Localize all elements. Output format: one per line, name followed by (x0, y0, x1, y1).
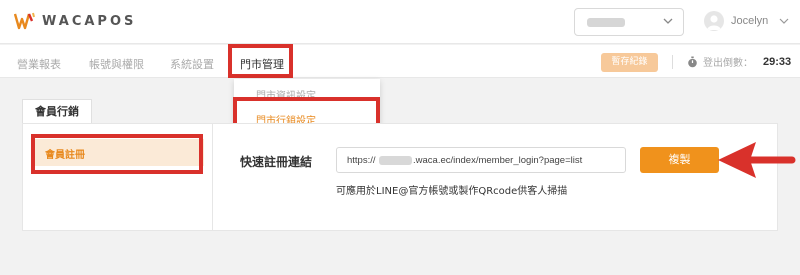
link-prefix: https:// (347, 155, 376, 166)
nav-item-accounts[interactable]: 帳號與權限 (89, 56, 144, 72)
registration-link-field[interactable]: https:// .waca.ec/index/member_login?pag… (336, 147, 626, 173)
annotation-arrow-icon (718, 142, 796, 178)
user-avatar-icon (707, 15, 721, 30)
store-name-redacted (587, 18, 625, 27)
link-subdomain-redacted (379, 156, 412, 165)
registration-link-label: 快速註冊連結 (240, 155, 313, 169)
logout-timer: 登出倒數： 29:33 (687, 54, 791, 69)
tab-member-marketing[interactable]: 會員行銷 (22, 99, 92, 124)
user-menu[interactable]: Jocelyn (704, 11, 790, 31)
annotation-highlight-store-management (228, 44, 293, 78)
wacapos-logo[interactable]: WACAPOS (14, 12, 136, 30)
annotation-highlight-member-registration (31, 134, 203, 174)
chevron-down-icon (779, 18, 789, 24)
nav-item-settings[interactable]: 系統設置 (170, 56, 214, 72)
user-name: Jocelyn (731, 15, 769, 27)
link-usage-hint: 可應用於LINE@官方帳號或製作QRcode供客人掃描 (336, 186, 568, 197)
logout-countdown-label: 登出倒數： (703, 58, 753, 69)
nav-divider (672, 55, 673, 69)
avatar (704, 11, 724, 31)
main-nav: 營業報表 帳號與權限 系統設置 門市管理 暫存紀錄 登出倒數： 29:33 (0, 45, 800, 78)
top-header: WACAPOS Jocelyn (0, 0, 800, 44)
store-select[interactable] (574, 8, 684, 36)
nav-item-reports[interactable]: 營業報表 (17, 56, 61, 72)
logo-text: WACAPOS (42, 13, 137, 29)
link-path: .waca.ec/index/member_login?page=list (413, 155, 583, 166)
logo-mark-icon (14, 12, 35, 30)
record-button[interactable]: 暫存紀錄 (601, 53, 658, 72)
logout-countdown-value: 29:33 (763, 55, 792, 68)
chevron-down-icon (663, 18, 673, 24)
stopwatch-icon (688, 56, 697, 67)
copy-button[interactable]: 複製 (640, 147, 719, 173)
